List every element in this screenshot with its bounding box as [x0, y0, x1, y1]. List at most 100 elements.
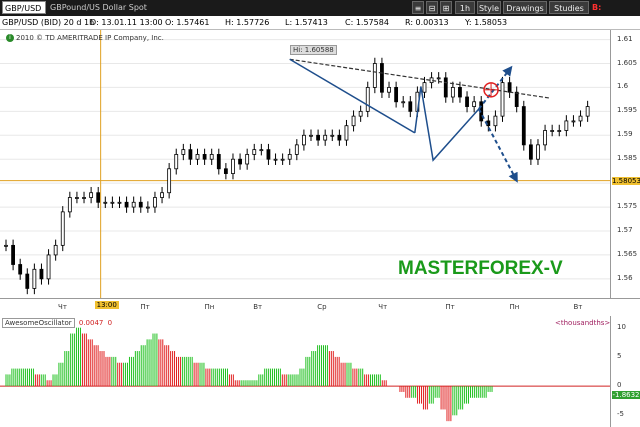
period-button[interactable]: 1h — [455, 1, 475, 14]
oscillator-axis[interactable]: 10 5 0 -5 -1.8632 — [610, 316, 640, 427]
candle-body — [145, 206, 150, 209]
zoom-out-icon[interactable]: ⊟ — [426, 1, 438, 14]
candle-body — [174, 154, 179, 170]
candle-body — [273, 158, 278, 161]
resistance-trend-line — [289, 58, 550, 99]
candle-body — [507, 82, 512, 93]
osc-tick-label: -5 — [617, 410, 624, 419]
candle-body — [500, 82, 505, 117]
candle-body — [4, 244, 8, 247]
x-tick-label: Вт — [573, 303, 583, 311]
y-tick-label: 1.565 — [617, 249, 638, 258]
quote-y: Y: 1.58053 — [465, 18, 508, 27]
candle-body — [287, 154, 292, 160]
oscillator-name[interactable]: AwesomeOscillator — [2, 318, 75, 328]
studies-button[interactable]: Studies — [549, 1, 589, 14]
quote-title: GBP/USD (BID) 20 d 1h — [2, 18, 95, 27]
candle-body — [372, 63, 377, 88]
price-axis[interactable]: 1.611.6051.61.5951.591.5851.581.5751.571… — [610, 30, 640, 298]
candle-body — [60, 211, 65, 246]
y-tick-label: 1.605 — [617, 58, 638, 67]
quote-date: D: 13.01.11 13:00 — [90, 18, 163, 27]
candle-body — [103, 201, 108, 204]
candle-body — [550, 130, 555, 132]
osc-tick-label: 5 — [617, 351, 622, 360]
price-plot[interactable]: i 2010 © TD AMERITRADE IP Company, Inc. … — [0, 30, 610, 298]
candle-body — [408, 101, 413, 112]
candle-body — [266, 149, 271, 160]
style-button[interactable]: Style — [477, 1, 501, 14]
candle-body — [401, 101, 406, 104]
x-tick-label: Пн — [204, 303, 215, 311]
oscillator-header: AwesomeOscillator 0.0047 0 — [2, 318, 113, 328]
candle-body — [344, 125, 349, 141]
candle-body — [160, 192, 164, 198]
candle-body — [53, 244, 58, 256]
candle-body — [39, 268, 44, 280]
info-icon: i — [6, 34, 14, 42]
candle-body — [280, 158, 285, 161]
oscillator-value: 0.0047 — [78, 319, 104, 327]
symbol-description: GBPound/US Dollar Spot — [50, 3, 147, 12]
symbol-input[interactable]: GBP/USD — [2, 1, 46, 14]
candle-body — [337, 134, 342, 141]
quote-close: C: 1.57584 — [345, 18, 389, 27]
chart-window: GBP/USD GBPound/US Dollar Spot ≡ ⊟ ⊞ 1h … — [0, 0, 640, 427]
osc-tick-label: 10 — [617, 322, 626, 331]
candle-body — [380, 63, 384, 93]
time-axis[interactable]: Чт 13:00 Пт Пн Вт Ср Чт Пт Пн Вт — [0, 298, 640, 317]
candle-body — [259, 149, 264, 152]
candle-body — [351, 115, 356, 127]
candle-body — [252, 149, 257, 155]
candle-body — [294, 144, 299, 155]
candle-body — [18, 264, 23, 275]
candle-body — [124, 201, 129, 208]
candle-body — [387, 87, 391, 93]
current-price-tag: 1.58053 — [612, 177, 640, 185]
candle-body — [528, 144, 533, 160]
candle-body — [585, 106, 590, 117]
chart-toolbar: GBP/USD GBPound/US Dollar Spot ≡ ⊟ ⊞ 1h … — [0, 0, 640, 25]
candle-body — [323, 134, 328, 141]
candle-body — [89, 192, 94, 198]
candle-body — [25, 273, 30, 289]
quote-bar: GBP/USD (BID) 20 d 1h D: 13.01.11 13:00 … — [0, 16, 640, 30]
x-tick-label: Пт — [140, 303, 150, 311]
oscillator-svg — [0, 327, 610, 422]
quote-low: L: 1.57413 — [285, 18, 328, 27]
candle-body — [82, 197, 86, 199]
candle-body — [216, 154, 221, 170]
candle-body — [571, 120, 576, 123]
high-label: Hi: 1.60588 — [290, 45, 337, 55]
osc-tick-label: 0 — [617, 381, 622, 390]
candle-body — [543, 130, 547, 146]
candle-body — [96, 192, 101, 203]
candle-body — [358, 110, 363, 117]
oscillator-zero: 0 — [107, 319, 113, 327]
y-tick-label: 1.57 — [617, 226, 633, 234]
candle-body — [302, 134, 306, 146]
oscillator-plot[interactable]: AwesomeOscillator 0.0047 0 <thousandths> — [0, 316, 610, 427]
candle-body — [75, 197, 79, 199]
candle-body — [472, 101, 477, 107]
drawings-button[interactable]: Drawings — [503, 1, 547, 14]
candle-body — [202, 154, 207, 160]
menu-icon[interactable]: ≡ — [412, 1, 424, 14]
candle-body — [458, 87, 462, 98]
osc-value-tag: -1.8632 — [612, 391, 640, 399]
candle-body — [231, 158, 235, 174]
y-tick-label: 1.585 — [617, 154, 638, 163]
x-tick-label: Пт — [445, 303, 455, 311]
x-tick-label: Чт — [378, 303, 388, 311]
x-tick-label: Чт — [58, 303, 67, 311]
quote-high: H: 1.57726 — [225, 18, 270, 27]
copyright-text: 2010 © TD AMERITRADE IP Company, Inc. — [16, 34, 164, 42]
candle-body — [153, 197, 157, 208]
candle-body — [117, 201, 122, 204]
candle-body — [422, 82, 427, 93]
zoom-in-icon[interactable]: ⊞ — [440, 1, 452, 14]
oscillator-unit: <thousandths> — [555, 319, 611, 327]
candle-body — [564, 120, 569, 131]
y-tick-label: 1.575 — [617, 202, 638, 211]
candle-body — [131, 201, 136, 208]
